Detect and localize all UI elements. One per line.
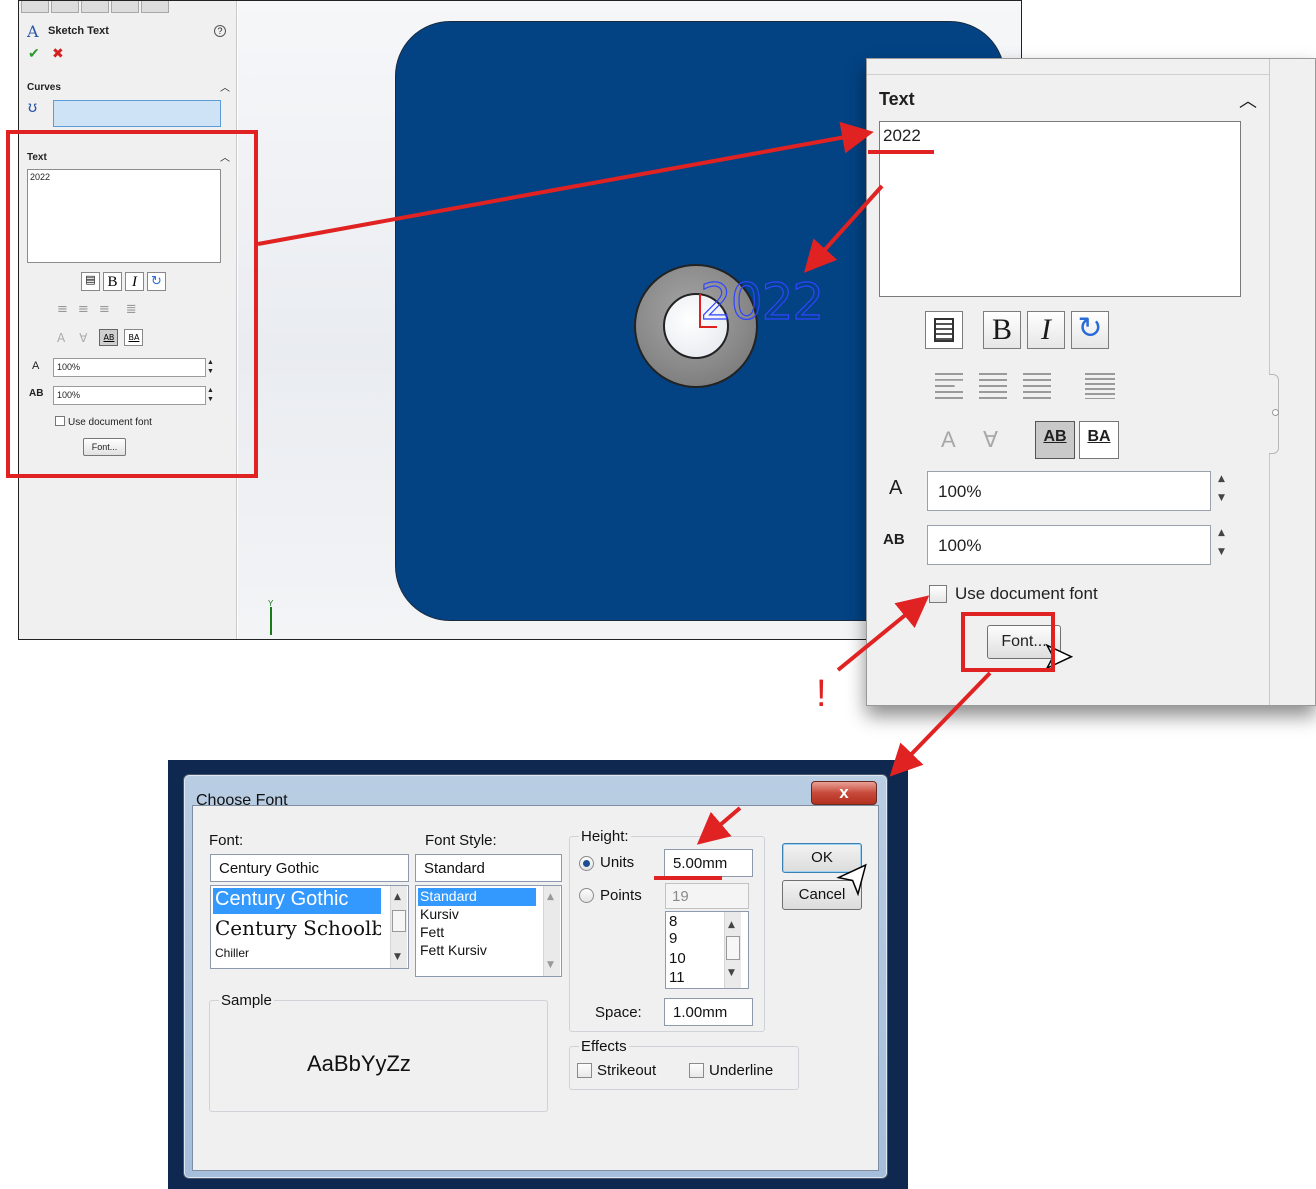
arrow-to-dialog bbox=[889, 671, 992, 777]
annotation-layer: ! bbox=[257, 121, 992, 880]
arrow-to-zoom-panel bbox=[257, 121, 874, 246]
arrow-to-units bbox=[696, 806, 742, 845]
arrow-to-preview bbox=[803, 184, 884, 273]
arrow-to-checkbox bbox=[836, 595, 930, 672]
exclamation-mark: ! bbox=[816, 673, 827, 715]
